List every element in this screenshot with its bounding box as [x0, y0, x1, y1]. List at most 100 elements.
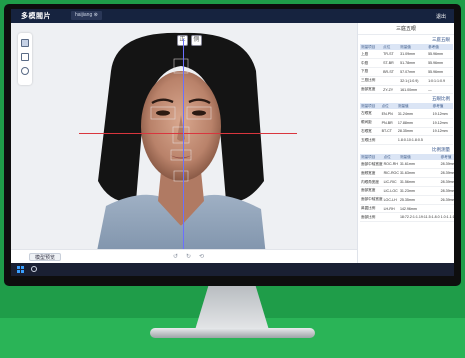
table-row[interactable]: 面部中轴宽度ROC-RH31.61mm28.39mm: [360, 160, 454, 170]
table-cell: 28.39mm: [439, 186, 454, 196]
table-row[interactable]: 面部比例 18:72.2:1:1.19:11.5:1.8.01.0:1.1:1.0…: [360, 212, 454, 223]
table-cell: 142.96mm: [398, 204, 440, 214]
table-cell: LH-RH: [382, 204, 399, 214]
table-cell: 31.56mm: [398, 177, 440, 188]
table-cell: 下庭: [360, 67, 383, 77]
table-cell: [380, 135, 397, 146]
monitor-stand-base: [150, 328, 315, 338]
front-view-icon[interactable]: [21, 39, 29, 47]
target-icon[interactable]: [21, 67, 29, 75]
table-cell: 31.61mm: [398, 160, 440, 170]
table-cell: ZY-ZY: [382, 85, 400, 95]
table-cell: 31.63mm: [398, 168, 440, 179]
table-cell: 28.39mm: [439, 168, 454, 179]
table-cell: 161.00mm: [399, 85, 428, 95]
table-cell: 眼间距: [360, 118, 381, 128]
table-row[interactable]: 面部中轴宽度LOC-LH25.35mm26.39mm: [360, 195, 454, 205]
table-row[interactable]: 眼间距 PN-BR 17.88mm 19.12mm: [360, 118, 453, 128]
panel-title: 三庭五眼: [358, 23, 454, 35]
os-taskbar: [11, 263, 454, 276]
table-cell: 上庭: [360, 50, 383, 60]
search-icon[interactable]: [31, 266, 37, 272]
table-cell: 19.12mm: [431, 109, 453, 119]
table-cell: ST-BR: [382, 58, 400, 69]
table-cell: 17.88mm: [396, 118, 432, 128]
monitor-stand-neck: [195, 286, 269, 330]
app-logo: 多模閥片: [21, 13, 51, 20]
app-screen: 多模閥片 haijiang ⊗ 退出 侧 模型预览 ↺ ↻ ⟲ 三庭五眼 三庭五…: [11, 9, 454, 276]
table-cell: [439, 204, 454, 214]
table-cell: 内眼角宽度: [360, 177, 383, 188]
section-title: 五眼比例: [432, 96, 450, 102]
table-cell: —: [427, 85, 453, 95]
undo-icon[interactable]: ↺: [171, 253, 180, 261]
table-row[interactable]: 左眼宽 EN-PN 31.24mm 19.12mm: [360, 109, 453, 119]
measurement-panel: 三庭五眼 三庭五眼 测量项目 点位 测量值 参考值 上庭 TR-ST 31.09mm 55.96…: [357, 23, 454, 263]
table-cell: 55.96mm: [427, 67, 453, 77]
section-title: 比例测量: [432, 147, 450, 153]
redo-icon[interactable]: ↻: [184, 253, 193, 261]
table-cell: 1.0:1.1:1.0:1:1:0.11: [439, 212, 454, 223]
table-cell: 57.07mm: [399, 67, 428, 77]
table-cell: LIC-RIC: [382, 177, 399, 188]
table-row[interactable]: 上庭 TR-ST 31.09mm 55.96mm: [360, 50, 453, 60]
table-cell: 面部宽度: [360, 85, 383, 95]
table-cell: 左眼宽: [360, 109, 381, 119]
table-row[interactable]: 面颊宽度RIC-ROC31.63mm28.39mm: [360, 168, 454, 179]
table-cell: 右眼宽: [360, 127, 381, 137]
face-scan-model[interactable]: [96, 31, 266, 256]
exit-button[interactable]: 退出: [436, 13, 446, 20]
table-cell: [431, 135, 453, 146]
table-cell: 面部比例: [360, 212, 383, 223]
table-cell: 面部宽度: [360, 186, 383, 196]
table-row[interactable]: 三庭比例 32:1:(1:0.9) 1:0:1:1:0.9: [360, 76, 453, 86]
table-cell: 19.12mm: [431, 118, 453, 128]
table-cell: RIC-ROC: [382, 168, 399, 179]
table-row[interactable]: 面部宽度 ZY-ZY 161.00mm —: [360, 85, 453, 95]
table-cell: BR-ST: [382, 67, 400, 77]
table-cell: 55.96mm: [427, 50, 453, 60]
table-cell: 19.12mm: [431, 127, 453, 137]
table-cell: 25.35mm: [398, 195, 440, 205]
monitor-bezel: 多模閥片 haijiang ⊗ 退出 侧 模型预览 ↺ ↻ ⟲ 三庭五眼 三庭五…: [4, 4, 461, 286]
table-cell: 32:1:(1:0.9): [399, 76, 428, 86]
table-row[interactable]: 中庭 ST-BR 51.78mm 55.96mm: [360, 58, 453, 69]
table-cell: 三庭比例: [360, 76, 383, 86]
view-toolbar: [18, 33, 32, 85]
table-row[interactable]: 面部宽度LIC-LOC31.23mm28.39mm: [360, 186, 454, 196]
table-cell: 31.24mm: [396, 109, 432, 119]
table-cell: 26.39mm: [439, 195, 454, 205]
table-row[interactable]: 右眼宽 BT-CT 28.35mm 19.12mm: [360, 127, 453, 137]
table-cell: LIC-LOC: [382, 186, 399, 196]
measurement-table: 测量项目 点位 测量值 参考值 上庭 TR-ST 31.09mm 55.96mm 中庭 ST-BR…: [360, 44, 453, 95]
table-cell: BT-CT: [380, 127, 397, 137]
table-cell: 中庭: [360, 58, 383, 69]
project-tab[interactable]: haijiang ⊗: [71, 11, 102, 20]
table-cell: 1:0:1:1:0.9: [427, 76, 453, 86]
reset-icon[interactable]: ⟲: [197, 253, 206, 261]
model-preview-button[interactable]: 模型预览: [29, 253, 62, 261]
table-cell: 28.39mm: [439, 160, 454, 170]
table-cell: 31.23mm: [398, 186, 440, 196]
table-cell: 面部中轴宽度: [360, 195, 383, 205]
title-bar: 多模閥片 haijiang ⊗ 退出: [11, 9, 454, 23]
table-cell: 五眼比例: [360, 135, 381, 146]
section-title: 三庭五眼: [432, 37, 450, 42]
table-cell: 55.96mm: [427, 58, 453, 69]
left-eye-shape: [156, 110, 170, 116]
windows-start-icon[interactable]: [17, 266, 24, 273]
table-row[interactable]: 鼻翼比例 LH-RH 142.96mm: [360, 204, 454, 214]
side-view-toggle[interactable]: 侧: [191, 35, 202, 46]
table-cell: 31.09mm: [399, 50, 428, 60]
table-cell: 面颊宽度: [360, 168, 383, 179]
table-cell: [382, 76, 400, 86]
table-cell: [382, 212, 399, 223]
table-cell: PN-BR: [380, 118, 397, 128]
table-row[interactable]: 五眼比例 1.8:0.10:1.8:0.5: [360, 135, 453, 146]
table-cell: 18:72.2:1:1.19:11.5:1.8.0: [398, 212, 440, 223]
table-row[interactable]: 内眼角宽度LIC-RIC31.56mm28.39mm: [360, 177, 454, 188]
grid-view-icon[interactable]: [21, 53, 29, 61]
table-row[interactable]: 下庭 BR-ST 57.07mm 55.96mm: [360, 67, 453, 77]
measurement-table: 测量项目点位测量值参考值面部中轴宽度ROC-RH31.61mm28.39mm面颊…: [360, 154, 454, 223]
table-cell: 28.39mm: [439, 177, 454, 188]
